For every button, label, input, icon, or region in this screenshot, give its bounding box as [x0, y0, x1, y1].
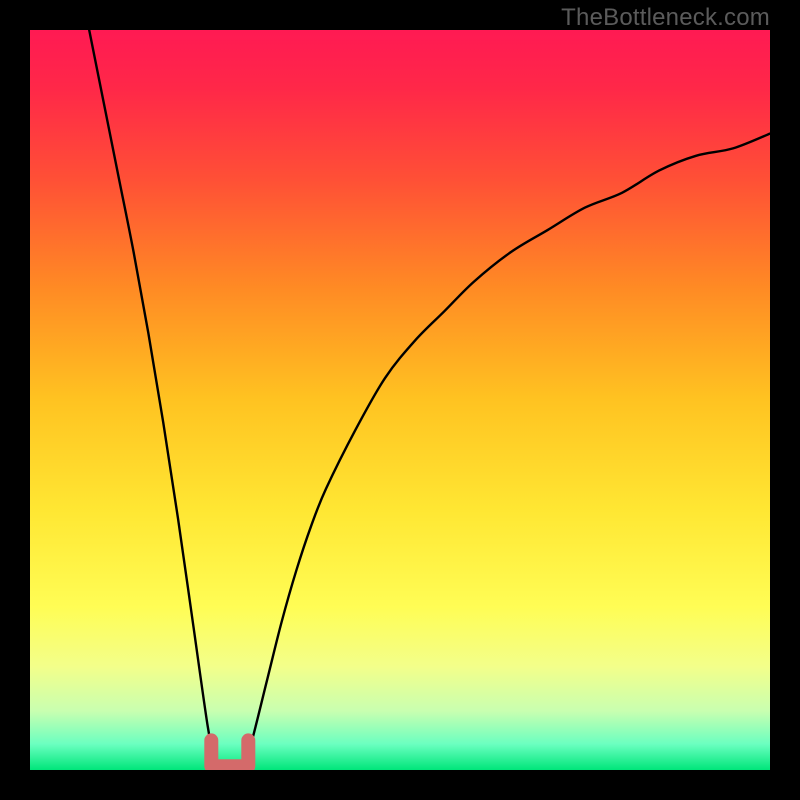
curve-layer: [30, 30, 770, 770]
curve-right-branch: [245, 134, 770, 763]
curve-left-branch: [89, 30, 215, 763]
trough-highlight: [211, 740, 248, 766]
chart-stage: TheBottleneck.com: [0, 0, 800, 800]
plot-area: [30, 30, 770, 770]
watermark-text: TheBottleneck.com: [561, 4, 770, 32]
